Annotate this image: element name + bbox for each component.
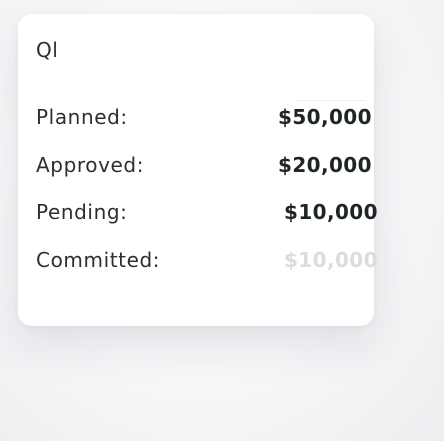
card-title: Ql bbox=[36, 38, 59, 62]
summary-row-approved: Approved: $20,000 bbox=[36, 150, 372, 180]
background: Ql Planned: $50,000 Approved: $20,000 Pe… bbox=[0, 0, 444, 441]
planned-label: Planned: bbox=[36, 105, 128, 129]
approved-value: $20,000 bbox=[278, 153, 372, 177]
pending-value: $10,000 bbox=[284, 200, 378, 224]
committed-value: $10,000 bbox=[284, 248, 378, 272]
divider bbox=[296, 100, 366, 101]
summary-row-planned: Planned: $50,000 bbox=[36, 102, 372, 132]
approved-label: Approved: bbox=[36, 153, 145, 177]
summary-row-pending: Pending: $10,000 bbox=[36, 197, 378, 227]
summary-row-committed: Committed: $10,000 bbox=[36, 245, 378, 275]
pending-label: Pending: bbox=[36, 200, 128, 224]
budget-summary-card: Ql Planned: $50,000 Approved: $20,000 Pe… bbox=[18, 14, 378, 326]
planned-value: $50,000 bbox=[278, 105, 372, 129]
committed-label: Committed: bbox=[36, 248, 161, 272]
